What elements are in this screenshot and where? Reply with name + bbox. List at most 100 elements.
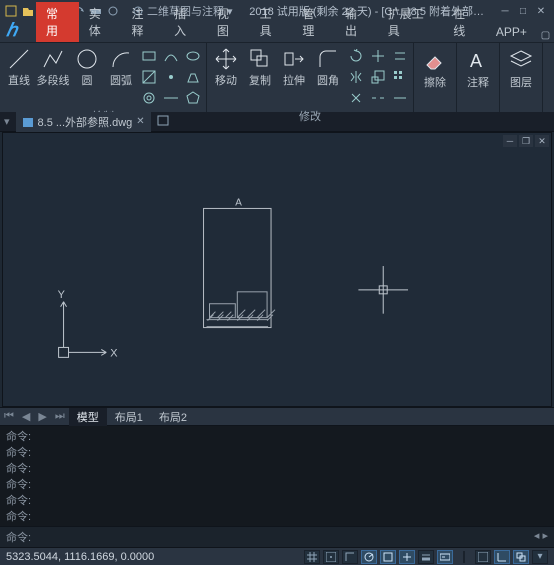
tab-annot[interactable]: 注释 bbox=[121, 2, 164, 42]
ribbon-min-icon[interactable]: ▢ bbox=[537, 28, 554, 42]
command-prompt: 命令: bbox=[6, 532, 31, 544]
mirror-icon[interactable] bbox=[347, 68, 365, 86]
tab-output[interactable]: 输出 bbox=[335, 2, 378, 42]
snap-toggle-icon[interactable] bbox=[323, 550, 339, 564]
tab-last-icon[interactable]: ⏭ bbox=[51, 410, 69, 423]
ribbon-panel: 直线 多段线 圆 圆弧 bbox=[0, 42, 554, 112]
layers-icon bbox=[508, 47, 534, 73]
copy-button[interactable]: 复制 bbox=[245, 45, 275, 88]
tab-view[interactable]: 视图 bbox=[207, 2, 250, 42]
dynamic-input-toggle-icon[interactable] bbox=[437, 550, 453, 564]
rect-icon[interactable] bbox=[140, 47, 158, 65]
model-tab[interactable]: 模型 bbox=[69, 408, 107, 426]
stretch-icon bbox=[282, 47, 306, 71]
tab-insert[interactable]: 插入 bbox=[164, 2, 207, 42]
coordinates-readout: 5323.5044, 1116.1669, 0.0000 bbox=[6, 551, 154, 563]
fillet-button[interactable]: 圆角 bbox=[313, 45, 343, 88]
spline-icon[interactable] bbox=[162, 47, 180, 65]
svg-text:A: A bbox=[470, 51, 482, 71]
tab-app[interactable]: APP+ bbox=[486, 22, 537, 42]
tab-first-icon[interactable]: ⏮ bbox=[0, 410, 18, 423]
selection-cycling-icon[interactable] bbox=[513, 550, 529, 564]
arc-button[interactable]: 圆弧 bbox=[106, 45, 136, 88]
explode-icon[interactable] bbox=[347, 89, 365, 107]
qat-open-icon[interactable] bbox=[21, 4, 35, 18]
copy-icon bbox=[248, 47, 272, 71]
tab-solid[interactable]: 实体 bbox=[79, 2, 122, 42]
drawing-canvas[interactable]: ─ ❐ ✕ X Y bbox=[2, 132, 552, 407]
rotate-icon[interactable] bbox=[347, 47, 365, 65]
close-button[interactable]: ✕ bbox=[532, 4, 550, 18]
app-logo-icon[interactable]: ℎ bbox=[6, 20, 34, 42]
donut-icon[interactable] bbox=[140, 89, 158, 107]
text-icon: A bbox=[465, 47, 491, 73]
command-input-row: 命令: ◂ ▸ bbox=[0, 526, 554, 547]
region-icon[interactable] bbox=[184, 68, 202, 86]
marker-label: A bbox=[235, 197, 242, 208]
status-bar: 5323.5044, 1116.1669, 0.0000 ▾ bbox=[0, 547, 554, 565]
minimize-button[interactable]: ─ bbox=[496, 4, 514, 18]
dyn-ucs-toggle-icon[interactable] bbox=[494, 550, 510, 564]
trim-icon[interactable] bbox=[369, 47, 387, 65]
maximize-button[interactable]: □ bbox=[514, 4, 532, 18]
ucs-x-label: X bbox=[110, 347, 118, 359]
tab-online[interactable]: 在线 bbox=[443, 2, 486, 42]
tab-manage[interactable]: 管理 bbox=[292, 2, 335, 42]
fillet-icon bbox=[316, 47, 340, 71]
mdi-minimize-icon[interactable]: ─ bbox=[503, 135, 517, 147]
move-button[interactable]: 移动 bbox=[211, 45, 241, 88]
layout1-tab[interactable]: 布局1 bbox=[107, 408, 151, 426]
lineweight-toggle-icon[interactable] bbox=[418, 550, 434, 564]
point-icon[interactable] bbox=[162, 68, 180, 86]
eraser-icon bbox=[422, 47, 448, 73]
circle-button[interactable]: 圆 bbox=[72, 45, 102, 88]
ucs-y-label: Y bbox=[58, 289, 66, 301]
move-icon bbox=[214, 47, 238, 71]
tab-common[interactable]: 常用 bbox=[36, 2, 79, 42]
layer-button[interactable]: 图层 bbox=[504, 45, 538, 90]
line-button[interactable]: 直线 bbox=[4, 45, 34, 88]
array-icon[interactable] bbox=[391, 68, 409, 86]
polyline-button[interactable]: 多段线 bbox=[38, 45, 68, 88]
layout2-tab[interactable]: 布局2 bbox=[151, 408, 195, 426]
join-icon[interactable] bbox=[391, 89, 409, 107]
ellipse-icon[interactable] bbox=[184, 47, 202, 65]
model-space-toggle-icon[interactable] bbox=[475, 550, 491, 564]
grid-toggle-icon[interactable] bbox=[304, 550, 320, 564]
ucs-icon bbox=[59, 302, 107, 358]
status-menu-icon[interactable]: ▾ bbox=[532, 550, 548, 564]
tab-next-icon[interactable]: ▶ bbox=[34, 410, 50, 423]
hatch-icon[interactable] bbox=[140, 68, 158, 86]
new-tab-icon[interactable] bbox=[157, 114, 169, 129]
polar-toggle-icon[interactable] bbox=[361, 550, 377, 564]
layout-tab-bar: ⏮ ◀ ▶ ⏭ 模型 布局1 布局2 bbox=[0, 407, 554, 425]
tab-ext[interactable]: 扩展工具 bbox=[378, 2, 443, 42]
arc-icon bbox=[109, 47, 133, 71]
break-icon[interactable] bbox=[369, 89, 387, 107]
cmd-scroll-icon[interactable]: ◂ ▸ bbox=[534, 529, 548, 542]
cmd-line: 命令: bbox=[6, 492, 548, 508]
qat-new-icon[interactable] bbox=[4, 4, 18, 18]
mdi-close-icon[interactable]: ✕ bbox=[535, 135, 549, 147]
mdi-restore-icon[interactable]: ❐ bbox=[519, 135, 533, 147]
annotation-button[interactable]: A 注释 bbox=[461, 45, 495, 90]
scale-icon[interactable] bbox=[369, 68, 387, 86]
osnap-toggle-icon[interactable] bbox=[380, 550, 396, 564]
cmd-line: 命令: bbox=[6, 476, 548, 492]
ribbon-tabs: ℎ 常用 实体 注释 插入 视图 工具 管理 输出 扩展工具 在线 APP+ ▢ bbox=[0, 22, 554, 42]
otrack-toggle-icon[interactable] bbox=[399, 550, 415, 564]
line-icon bbox=[7, 47, 31, 71]
tab-prev-icon[interactable]: ◀ bbox=[18, 410, 34, 423]
xline-icon[interactable] bbox=[162, 89, 180, 107]
polygon-icon[interactable] bbox=[184, 89, 202, 107]
document-tab-label: 8.5 ...外部参照.dwg bbox=[38, 114, 133, 130]
tab-tools[interactable]: 工具 bbox=[250, 2, 293, 42]
ortho-toggle-icon[interactable] bbox=[342, 550, 358, 564]
stretch-button[interactable]: 拉伸 bbox=[279, 45, 309, 88]
close-tab-icon[interactable]: ✕ bbox=[136, 116, 144, 127]
doc-tab-caret-icon[interactable]: ▾ bbox=[4, 115, 10, 128]
document-tab[interactable]: 8.5 ...外部参照.dwg ✕ bbox=[16, 112, 151, 132]
block-button[interactable]: 块 bbox=[547, 45, 554, 90]
erase-button[interactable]: 擦除 bbox=[418, 45, 452, 90]
offset-icon[interactable] bbox=[391, 47, 409, 65]
